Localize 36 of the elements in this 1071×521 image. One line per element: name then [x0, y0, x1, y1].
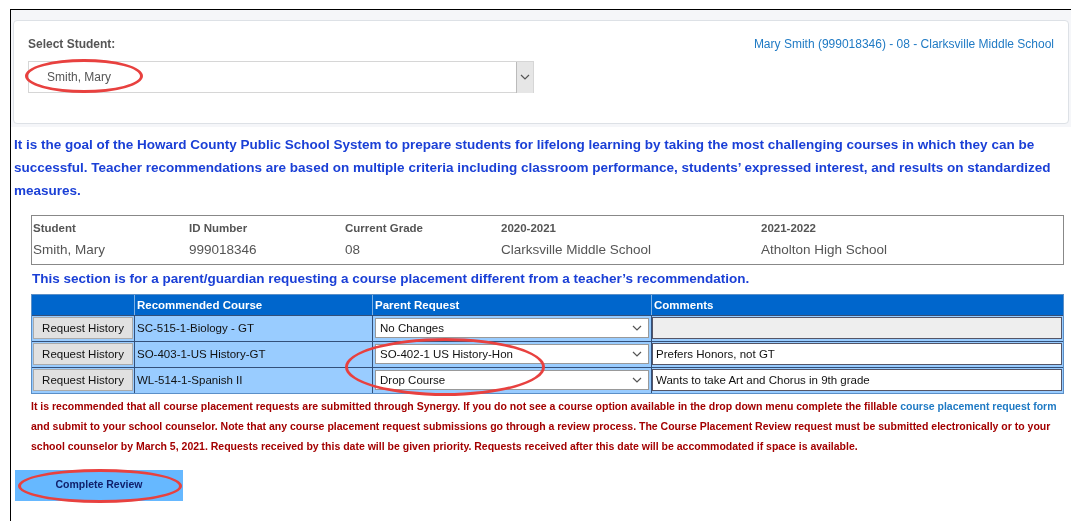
table-cell-text: Smith, Mary — [33, 241, 106, 260]
column-header: Current Grade — [345, 221, 424, 236]
column-header: Recommended Course — [134, 294, 372, 315]
select-student-label: Select Student: — [28, 36, 117, 53]
column-header: Comments — [651, 294, 1063, 315]
request-history-button[interactable]: Request History — [33, 369, 133, 392]
column-header: Parent Request — [372, 294, 651, 315]
table-cell: WL-514-1-Spanish II — [134, 367, 372, 393]
section-note: This section is for a parent/guardian requesting a course placement different from a teacher’s recommendation. — [32, 269, 751, 288]
table-cell: SC-515-1-Biology - GT — [134, 315, 372, 341]
disclaimer-text: It is recommended that all course placement requests are submitted through Synergy. If you do not see a course option available in the drop down menu complete the fillable course placement request form and submit to your school counselor. Note that any course placement request submissions go through a review process. The Course Placement Review request must be submitted electronically or to your school counselor by March 5, 2021. Requests received by this date will be given priority. Requests received after this date will be accommodated if space is available. — [31, 398, 1058, 454]
student-select[interactable]: Smith, Mary — [28, 61, 534, 93]
table-cell-text: 08 — [345, 241, 362, 260]
column-header: Student — [33, 221, 77, 236]
parent-request-select[interactable]: No Changes — [375, 318, 649, 339]
chevron-down-icon — [520, 74, 530, 80]
parent-request-select[interactable]: SO-402-1 US History-Hon — [375, 344, 649, 365]
parent-request-select[interactable]: Drop Course — [375, 370, 649, 391]
table-cell-text: Atholton High School — [761, 241, 889, 260]
comment-field[interactable]: Wants to take Art and Chorus in 9th grade — [652, 369, 1062, 392]
column-header: 2020-2021 — [501, 221, 557, 236]
request-history-button[interactable]: Request History — [33, 317, 133, 340]
comment-field[interactable]: Prefers Honors, not GT — [652, 343, 1062, 366]
student-summary: Mary Smith (999018346) - 08 - Clarksville Middle School — [753, 36, 1054, 53]
complete-review-button[interactable]: Complete Review — [15, 469, 183, 501]
table-cell-text: Clarksville Middle School — [501, 241, 653, 260]
column-header: ID Number — [189, 221, 249, 236]
chevron-down-icon — [632, 351, 642, 358]
course-placement-form-link[interactable]: course placement request form — [900, 399, 1057, 412]
chevron-down-icon — [632, 325, 642, 332]
chevron-down-icon — [632, 377, 642, 384]
table-cell: SO-403-1-US History-GT — [134, 341, 372, 367]
request-history-button[interactable]: Request History — [33, 343, 133, 366]
table-cell-text: 999018346 — [189, 241, 258, 260]
intro-text: It is the goal of the Howard County Public School System to prepare students for lifelong learning by taking the most challenging courses in which they can be successful. Teacher recommendations are based on multiple criteria including classroom performance, students’ expressed interest, and results on standardized measures. — [14, 136, 1052, 200]
column-header: 2021-2022 — [761, 221, 817, 236]
